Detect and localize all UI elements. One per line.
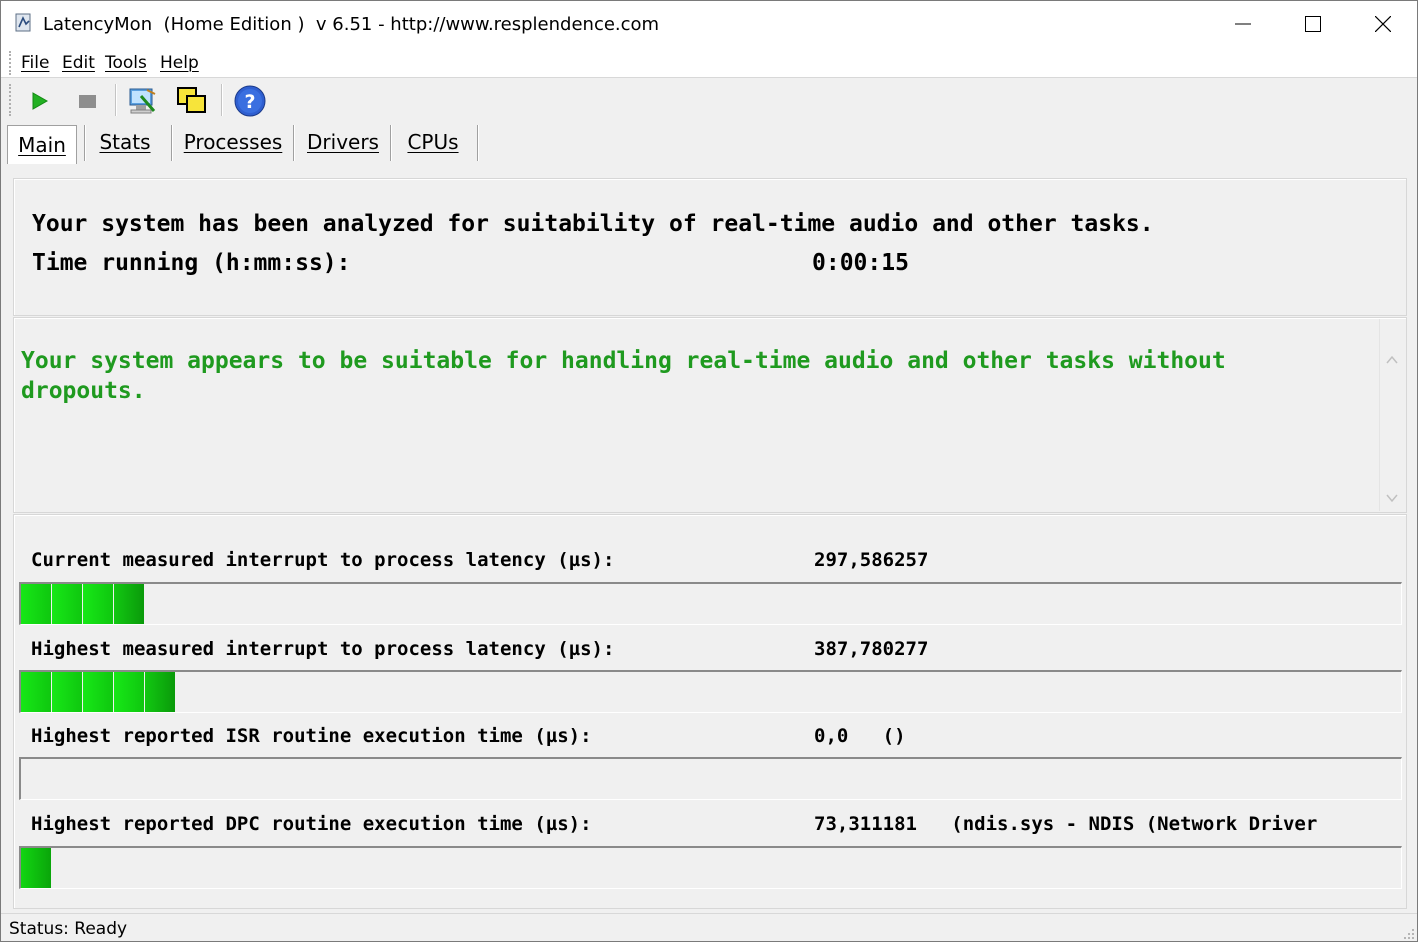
dpc-time-label: Highest reported DPC routine execution t… (31, 813, 592, 835)
dpc-time-value: 73,311181 (ndis.sys - NDIS (Network Driv… (814, 813, 1318, 835)
current-latency-value: 297,586257 (814, 549, 929, 571)
tab-separator (477, 125, 479, 161)
menu-file[interactable]: File (21, 53, 49, 73)
tab-main[interactable]: Main (7, 125, 77, 164)
time-running-value: 0:00:15 (812, 250, 909, 276)
analysis-message: Your system has been analyzed for suitab… (32, 211, 1154, 237)
start-button[interactable] (23, 84, 57, 118)
tab-cpus-label: CPUs (407, 130, 459, 154)
level-segment (83, 584, 113, 624)
stop-button[interactable] (71, 84, 105, 118)
help-icon: ? (234, 85, 266, 117)
app-icon (14, 13, 34, 33)
tab-bar: Main Stats Processes Drivers CPUs (1, 123, 1417, 164)
menu-grip (9, 51, 11, 75)
menu-bar: File Edit Tools Help (1, 47, 1417, 78)
current-latency-fill (21, 584, 145, 624)
windows-icon (177, 87, 206, 113)
current-latency-bar (19, 582, 1402, 625)
tab-separator (293, 125, 295, 161)
minimize-icon (1235, 23, 1251, 25)
tab-stats[interactable]: Stats (87, 123, 163, 161)
level-segment (145, 672, 175, 712)
tab-processes-label: Processes (183, 130, 283, 154)
latencymon-window: LatencyMon (Home Edition ) v 6.51 - http… (0, 0, 1418, 942)
close-icon (1375, 16, 1391, 32)
highest-latency-value: 387,780277 (814, 638, 929, 660)
toolbar: ? (1, 78, 1417, 122)
help-button[interactable]: ? (233, 84, 267, 118)
dpc-time-fill (21, 848, 52, 888)
tab-separator (390, 125, 392, 161)
summary-panel (13, 178, 1407, 316)
svg-text:?: ? (244, 91, 255, 113)
current-latency-label: Current measured interrupt to process la… (31, 549, 615, 571)
close-button[interactable] (1349, 1, 1417, 47)
level-segment (52, 584, 82, 624)
maximize-icon (1305, 16, 1321, 32)
menu-edit[interactable]: Edit (62, 53, 95, 73)
tab-separator (84, 125, 86, 161)
stop-icon (79, 95, 96, 108)
tab-stats-label: Stats (99, 130, 151, 154)
tab-drivers[interactable]: Drivers (297, 123, 389, 161)
tab-processes[interactable]: Processes (175, 123, 291, 161)
scroll-down-icon (1386, 494, 1398, 503)
toolbar-separator (115, 84, 117, 116)
verdict-text: Your system appears to be suitable for h… (21, 348, 1226, 404)
minimize-button[interactable] (1209, 1, 1277, 47)
menu-tools[interactable]: Tools (105, 53, 147, 73)
status-text: Status: Ready (9, 919, 128, 939)
isr-time-label: Highest reported ISR routine execution t… (31, 725, 592, 747)
highest-latency-label: Highest measured interrupt to process la… (31, 638, 615, 660)
tab-cpus[interactable]: CPUs (393, 123, 473, 161)
windows-button[interactable] (175, 84, 209, 118)
maximize-button[interactable] (1279, 1, 1347, 47)
level-segment (114, 584, 144, 624)
verdict-scrollbar[interactable] (1379, 319, 1404, 511)
time-running-label: Time running (h:mm:ss): (32, 250, 351, 276)
dpc-time-bar (19, 846, 1402, 889)
toolbar-grip (9, 84, 11, 116)
play-icon (32, 92, 49, 110)
level-segment (21, 584, 51, 624)
tab-separator (171, 125, 173, 161)
highest-latency-bar (19, 670, 1402, 713)
computer-settings-icon (129, 88, 156, 114)
isr-time-value: 0,0 () (814, 725, 906, 747)
level-segment (21, 848, 51, 888)
level-segment (52, 672, 82, 712)
level-segment (21, 672, 51, 712)
level-segment (83, 672, 113, 712)
toolbar-separator (221, 84, 223, 116)
level-segment (114, 672, 144, 712)
title-bar[interactable]: LatencyMon (Home Edition ) v 6.51 - http… (1, 1, 1417, 47)
scroll-up-icon (1386, 355, 1398, 364)
menu-help[interactable]: Help (160, 53, 199, 73)
tab-drivers-label: Drivers (307, 130, 379, 154)
tab-main-label: Main (18, 133, 66, 157)
highest-latency-fill (21, 672, 176, 712)
computer-settings-button[interactable] (125, 84, 159, 118)
isr-time-bar (19, 757, 1402, 800)
resize-grip-icon[interactable] (1403, 928, 1415, 940)
window-title: LatencyMon (Home Edition ) v 6.51 - http… (43, 14, 660, 35)
status-bar: Status: Ready (1, 913, 1417, 941)
